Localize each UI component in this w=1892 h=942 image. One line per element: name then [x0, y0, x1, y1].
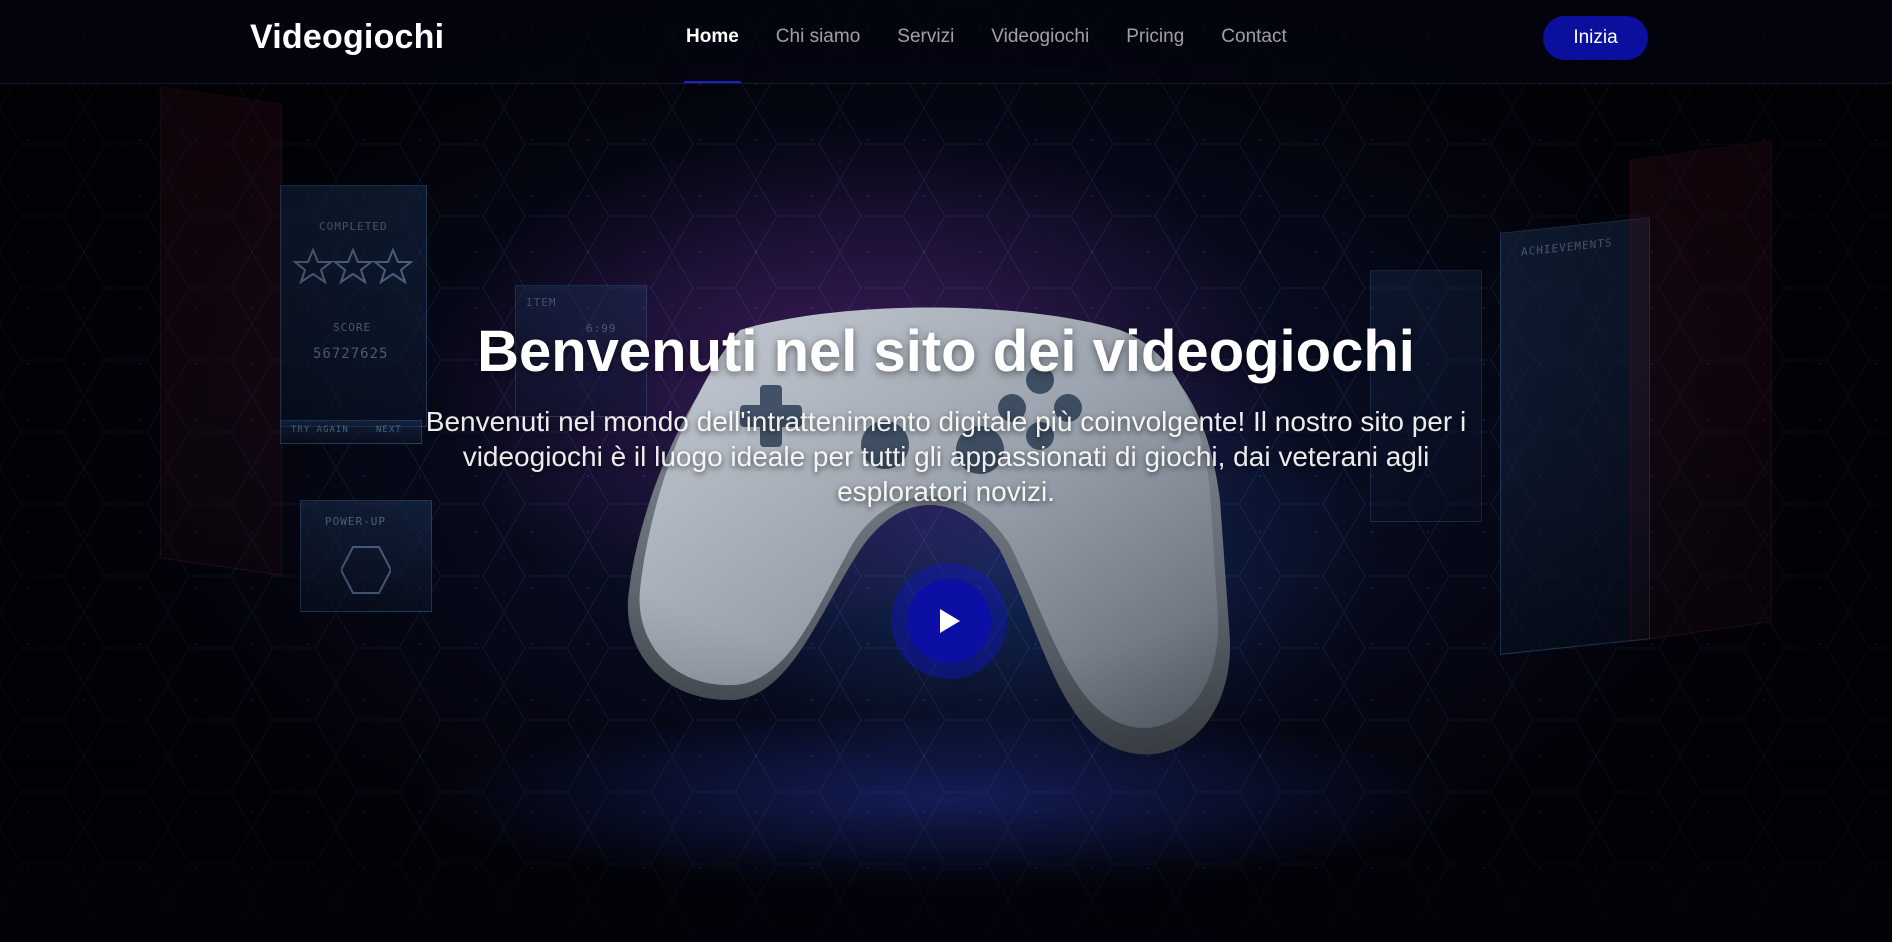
hud-panel-achievements: ACHIEVEMENTS [1500, 217, 1650, 655]
hexagon-icon [341, 546, 391, 594]
hud-label-item: ITEM [526, 296, 557, 309]
hero-title: Benvenuti nel sito dei videogiochi [477, 319, 1415, 384]
stars-icon [293, 247, 413, 285]
brand-logo[interactable]: Videogiochi [250, 18, 444, 57]
hud-panel-completed: COMPLETED SCORE 56727625 [280, 185, 427, 427]
play-button-inner[interactable] [907, 579, 991, 663]
hero-page: COMPLETED SCORE 56727625 POWER-UP TRY AG… [0, 0, 1892, 942]
nav-item-pricing[interactable]: Pricing [1126, 26, 1184, 48]
nav-item-chi-siamo[interactable]: Chi siamo [776, 26, 860, 48]
hud-panel-right-back [1630, 140, 1772, 642]
hud-panel-powerup: POWER-UP [300, 500, 432, 612]
site-header: Videogiochi Home Chi siamo Servizi Video… [0, 0, 1892, 84]
bottom-fade-overlay [0, 850, 1892, 942]
hud-label-powerup: POWER-UP [325, 515, 386, 528]
inizia-button[interactable]: Inizia [1543, 16, 1648, 60]
hud-label-try-again: TRY AGAIN [291, 425, 349, 435]
main-navigation: Home Chi siamo Servizi Videogiochi Prici… [684, 26, 1324, 83]
hud-label-completed: COMPLETED [319, 220, 388, 233]
nav-item-home[interactable]: Home [684, 26, 741, 83]
hero-subtitle: Benvenuti nel mondo dell'intrattenimento… [425, 406, 1467, 507]
hud-label-achievements: ACHIEVEMENTS [1521, 236, 1613, 259]
play-video-button[interactable] [891, 563, 1007, 679]
play-icon [940, 609, 960, 633]
nav-item-servizi[interactable]: Servizi [897, 26, 954, 48]
nav-item-contact[interactable]: Contact [1221, 26, 1286, 48]
nav-item-videogiochi[interactable]: Videogiochi [991, 26, 1089, 48]
